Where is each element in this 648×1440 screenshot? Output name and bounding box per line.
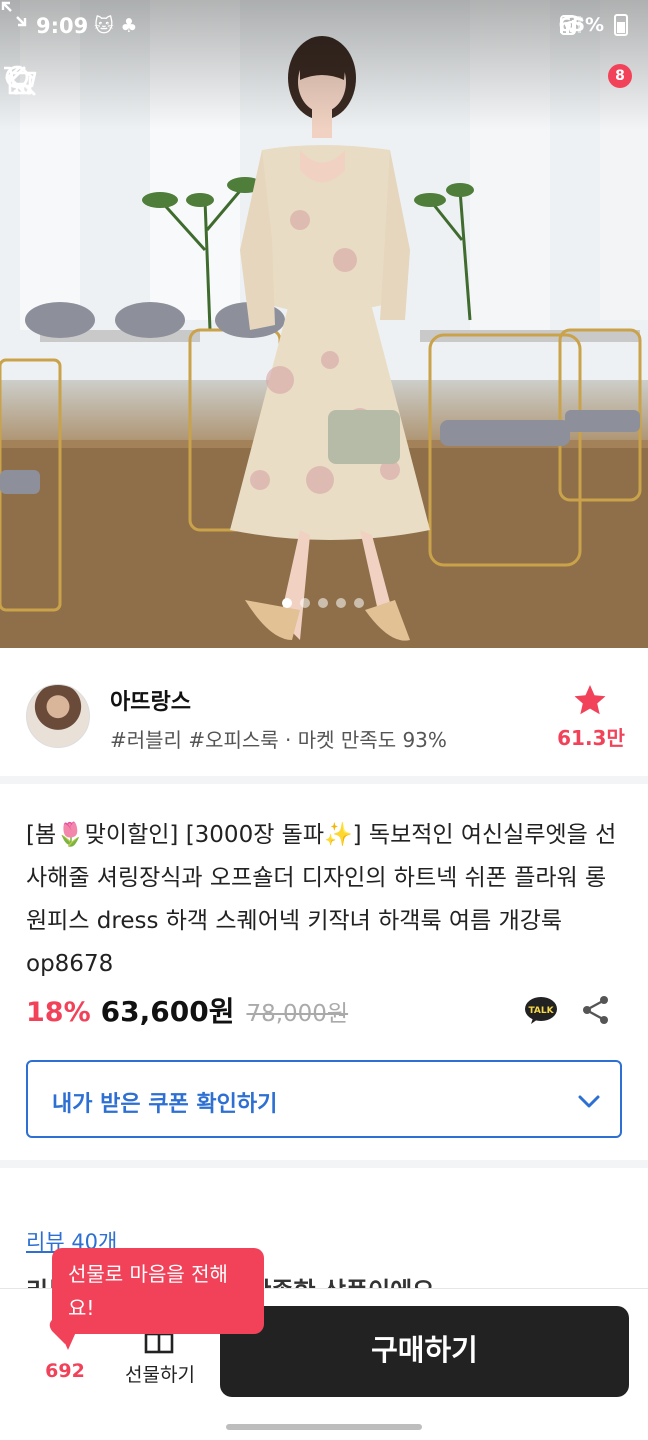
shop-avatar[interactable] xyxy=(26,684,90,748)
expand-icon[interactable] xyxy=(0,0,28,28)
gallery-dot[interactable] xyxy=(318,598,328,608)
price-row: 18% 63,600원 78,000원 xyxy=(26,990,348,1034)
like-count: 692 xyxy=(45,1360,85,1382)
chevron-down-icon xyxy=(578,1095,600,1108)
signal-icon xyxy=(559,16,581,33)
original-price: 78,000원 xyxy=(246,1001,349,1027)
buy-button[interactable]: 구매하기 xyxy=(220,1306,629,1397)
section-divider xyxy=(0,1160,648,1168)
top-nav xyxy=(0,60,648,120)
status-right-group: 65% xyxy=(559,14,628,36)
favorite-count: 61.3만 xyxy=(557,726,625,750)
gift-label[interactable]: 선물하기 xyxy=(112,1360,208,1387)
shop-tags: #러블리 #오피스룩 · 마켓 만족도 93% xyxy=(110,728,447,752)
product-title: [봄🌷맞이할인] [3000장 돌파✨] 독보적인 여신실루엣을 선사해줄 셔링… xyxy=(26,822,617,977)
status-time: 9:09 xyxy=(36,14,89,38)
gallery-dot[interactable] xyxy=(282,598,292,608)
shop-name[interactable]: 아뜨랑스 xyxy=(110,684,191,716)
favorite-star-icon[interactable] xyxy=(573,683,607,717)
gallery-pagination xyxy=(282,598,364,608)
sale-price: 63,600원 xyxy=(100,995,235,1028)
gallery-dot[interactable] xyxy=(300,598,310,608)
discount-rate: 18% xyxy=(26,997,91,1028)
cart-icon[interactable] xyxy=(0,60,40,100)
status-app-icons: 🐱 ♣ xyxy=(94,15,138,37)
coupon-check-button[interactable]: 내가 받은 쿠폰 확인하기 xyxy=(26,1060,622,1138)
gallery-dot[interactable] xyxy=(354,598,364,608)
cart-count-badge: 8 xyxy=(608,64,632,88)
coupon-label: 내가 받은 쿠폰 확인하기 xyxy=(52,1092,278,1117)
gift-tooltip: 선물로 마음을 전해요! xyxy=(52,1248,264,1350)
gallery-dot[interactable] xyxy=(336,598,346,608)
battery-icon xyxy=(614,14,628,36)
status-bar: 9:09 🐱 ♣ 65% xyxy=(0,0,648,56)
home-indicator[interactable] xyxy=(226,1424,422,1430)
share-icon[interactable] xyxy=(580,994,612,1026)
shop-row[interactable]: 아뜨랑스 #러블리 #오피스룩 · 마켓 만족도 93% xyxy=(0,648,648,784)
kakao-talk-icon[interactable]: TALK xyxy=(524,996,558,1024)
svg-text:TALK: TALK xyxy=(528,1006,554,1016)
product-image-gallery[interactable]: 9:09 🐱 ♣ 65% 8 xyxy=(0,0,648,648)
